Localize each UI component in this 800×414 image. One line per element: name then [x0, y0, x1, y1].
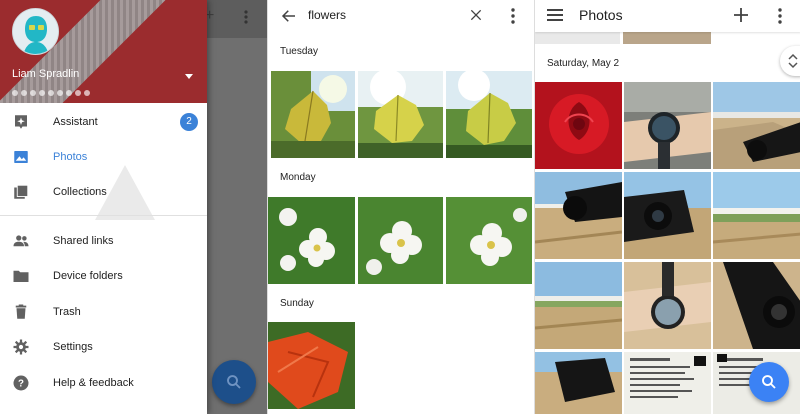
date-section-header: Tuesday — [280, 46, 318, 57]
leaf-photo — [358, 71, 443, 158]
photo-thumbnail[interactable] — [624, 352, 711, 414]
assistant-count-badge: 2 — [180, 112, 198, 131]
drawer-item-device-folders[interactable]: Device folders — [0, 258, 207, 293]
photo-thumbnail[interactable] — [358, 71, 443, 158]
dimmed-background-app: + — [205, 0, 267, 414]
page-title: Photos — [579, 7, 623, 23]
drawer-item-help-feedback[interactable]: ? Help & feedback — [0, 365, 207, 400]
svg-text:?: ? — [18, 378, 24, 389]
photo-thumbnail[interactable] — [446, 197, 532, 284]
photos-icon — [14, 150, 28, 163]
dimmed-more-icon — [244, 10, 248, 24]
drawer-item-label: Settings — [53, 340, 93, 353]
photo-thumbnail[interactable] — [535, 262, 622, 349]
photo-thumbnail[interactable] — [358, 197, 443, 284]
trash-icon — [15, 304, 27, 319]
racetrack-photo — [535, 262, 622, 349]
photo-thumbnail[interactable] — [535, 172, 622, 259]
photo-thumbnail[interactable] — [713, 262, 800, 349]
add-icon[interactable] — [733, 7, 749, 23]
racetrack-photo — [713, 172, 800, 259]
search-query-text[interactable]: flowers — [308, 8, 346, 22]
people-icon — [13, 234, 29, 246]
navigation-drawer-screen: + Liam Spradlin Assistant 2 Photos Colle… — [0, 0, 267, 414]
dimmed-toolbar: + — [205, 0, 267, 38]
drawer-item-label: Help & feedback — [53, 376, 134, 389]
photo-thumbnail[interactable] — [268, 322, 355, 409]
smartwatch-photo — [624, 262, 711, 349]
photo-thumbnail[interactable] — [535, 32, 620, 44]
racetrack-camera-photo — [535, 172, 622, 259]
photo-thumbnail[interactable] — [713, 172, 800, 259]
drawer-item-label: Collections — [53, 185, 107, 198]
drawer-item-assistant[interactable]: Assistant 2 — [0, 104, 207, 139]
white-flower-photo — [358, 197, 443, 284]
dimmed-search-fab[interactable] — [212, 360, 256, 404]
search-toolbar: flowers — [268, 0, 534, 32]
drawer-item-label: Shared links — [53, 234, 114, 247]
scroll-chevrons-icon — [788, 53, 798, 69]
search-icon — [227, 375, 241, 389]
photo-thumbnail[interactable] — [271, 71, 355, 158]
fast-scroll-handle[interactable] — [780, 46, 800, 76]
account-switch-caret-icon[interactable] — [185, 74, 193, 79]
more-options-icon[interactable] — [775, 7, 785, 25]
drawer-panel: Liam Spradlin Assistant 2 Photos Collect… — [0, 0, 207, 414]
account-email-obscured — [12, 83, 112, 96]
screenshot-composite: + Liam Spradlin Assistant 2 Photos Colle… — [0, 0, 800, 414]
leaf-photo — [446, 71, 532, 158]
photo-thumbnail[interactable] — [535, 352, 622, 414]
search-icon — [762, 375, 776, 389]
gear-icon — [13, 339, 29, 354]
photos-toolbar: Photos — [535, 0, 800, 32]
smartwatch-photo — [624, 82, 711, 169]
racetrack-camera-photo — [624, 172, 711, 259]
avatar[interactable] — [12, 8, 59, 55]
drawer-item-label: Trash — [53, 305, 81, 318]
white-flower-photo — [446, 197, 532, 284]
more-options-icon[interactable] — [508, 7, 518, 25]
photo-thumbnail[interactable] — [268, 197, 355, 284]
collections-icon — [14, 184, 29, 199]
photo-thumbnail[interactable] — [624, 262, 711, 349]
racetrack-camera-photo — [713, 82, 800, 169]
hamburger-menu-icon[interactable] — [547, 8, 563, 22]
date-section-header: Monday — [280, 172, 316, 183]
camera-photo — [535, 352, 622, 414]
clear-search-icon[interactable] — [468, 7, 484, 23]
photo-thumbnail[interactable] — [623, 32, 711, 44]
avatar-image — [13, 9, 58, 54]
assistant-icon — [15, 114, 27, 129]
photo-thumbnail[interactable] — [624, 82, 711, 169]
help-icon: ? — [13, 375, 29, 390]
account-name: Liam Spradlin — [12, 68, 80, 80]
date-section-header: Saturday, May 2 — [547, 58, 620, 69]
drawer-item-settings[interactable]: Settings — [0, 329, 207, 364]
drawer-item-label: Assistant — [53, 115, 98, 128]
white-flower-photo — [268, 197, 355, 284]
drawer-item-label: Device folders — [53, 269, 123, 282]
drawer-item-label: Photos — [53, 150, 88, 163]
race-program-photo — [624, 352, 711, 414]
drawer-item-collections[interactable]: Collections — [0, 174, 207, 209]
photo-thumbnail[interactable] — [446, 71, 532, 158]
drawer-item-trash[interactable]: Trash — [0, 294, 207, 329]
red-rose-photo — [535, 82, 622, 169]
photos-grid-screen: Photos Saturday, May 2 — [534, 0, 800, 414]
drawer-item-shared-links[interactable]: Shared links — [0, 223, 207, 258]
account-header[interactable]: Liam Spradlin — [0, 0, 207, 103]
photo-thumbnail[interactable] — [624, 172, 711, 259]
photo-thumbnail[interactable] — [713, 82, 800, 169]
drawer-item-photos[interactable]: Photos — [0, 139, 207, 174]
photo-thumbnail[interactable] — [535, 82, 622, 169]
leaf-photo — [271, 71, 355, 158]
camera-lens-photo — [713, 262, 800, 349]
search-fab[interactable] — [749, 362, 789, 402]
date-section-header: Sunday — [280, 298, 314, 309]
red-flower-photo — [268, 322, 355, 409]
search-results-screen: flowers Tuesday Monday Sunday — [267, 0, 534, 414]
folder-icon — [13, 270, 29, 282]
menu-divider — [0, 215, 207, 216]
back-arrow-icon[interactable] — [280, 7, 298, 25]
